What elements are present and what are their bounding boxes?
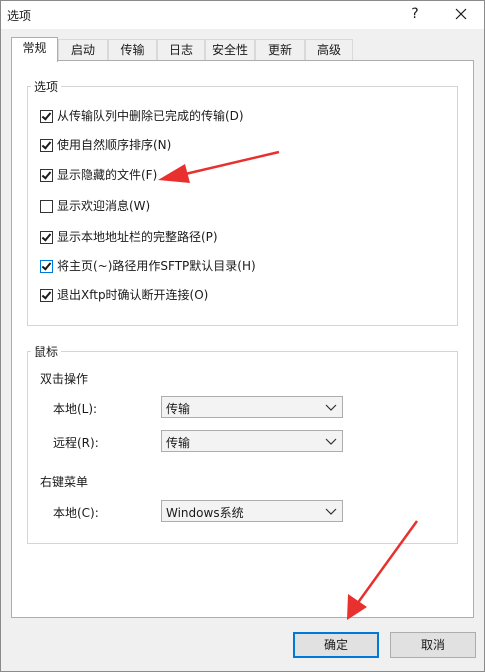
annotation-arrow-hidden-files — [158, 150, 280, 183]
options-dialog: 选项 ? 常规 启动 传输 日志 安全性 更新 高级 选项 从传输队列中删除已完… — [0, 0, 485, 672]
tab-general[interactable]: 常规 — [11, 37, 58, 62]
annotation-arrow-ok-button — [347, 520, 419, 620]
annotation-arrows — [158, 150, 419, 620]
